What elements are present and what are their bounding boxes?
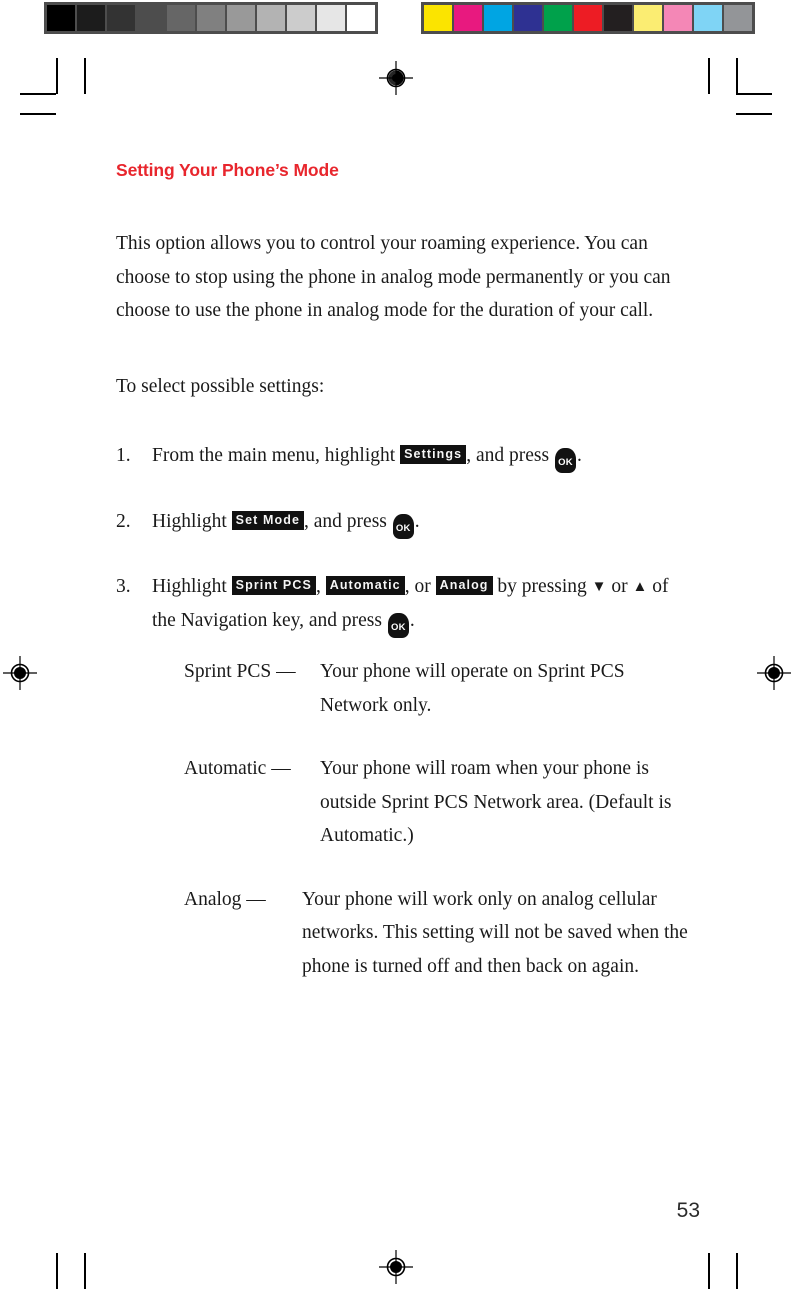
step-3-number: 3. (116, 576, 131, 597)
color-patch-7 (634, 5, 662, 31)
grayscale-patch-8 (287, 5, 315, 31)
instructions-lead-in: To select possible settings: (116, 375, 325, 397)
page-number: 53 (676, 1199, 700, 1222)
definition-automatic: Automatic — Your phone will roam when yo… (152, 752, 692, 853)
step-3-text-after: . (409, 609, 415, 631)
step-3-text-middle: by pressing (497, 576, 587, 597)
grayscale-patch-9 (317, 5, 345, 31)
arrow-up-icon: ▲ (632, 579, 648, 595)
crop-mark-top-left-horizontal (20, 93, 56, 95)
ok-key-icon[interactable]: OK (554, 448, 576, 473)
arrow-down-icon: ▼ (591, 579, 607, 595)
grayscale-patch-3 (137, 5, 165, 31)
grayscale-patch-7 (257, 5, 285, 31)
registration-target-bottom (379, 1250, 413, 1284)
step-3: 3. Highlight Sprint PCS, Automatic, or A… (116, 570, 692, 638)
page-content: Setting Your Phone’s Mode This option al… (116, 160, 692, 1013)
color-calibration-strip (421, 2, 755, 34)
crop-mark-top-left-inner-vertical (84, 58, 86, 94)
grayscale-patch-4 (167, 5, 195, 31)
grayscale-patch-0 (47, 5, 75, 31)
definition-description: Your phone will roam when your phone is … (320, 758, 672, 846)
grayscale-patch-6 (227, 5, 255, 31)
step-2-number: 2. (116, 510, 131, 532)
grayscale-patch-5 (197, 5, 225, 31)
menu-label-analog[interactable]: Analog (435, 576, 493, 595)
color-patch-0 (424, 5, 452, 31)
ok-key-icon[interactable]: OK (392, 513, 414, 539)
color-patch-8 (664, 5, 692, 31)
crop-mark-top-right-inner-vertical (708, 58, 710, 94)
step-3-separator-1: , (315, 576, 321, 597)
crop-mark-bottom-right-inner-vertical (708, 1253, 710, 1289)
step-3-separator-2: , or (404, 576, 431, 597)
color-patch-6 (604, 5, 632, 31)
ok-key-icon[interactable]: OK (387, 612, 409, 638)
crop-mark-bottom-left-vertical (56, 1253, 58, 1289)
step-1-text-before: From the main menu, highlight (152, 445, 396, 466)
definition-term: Analog — (184, 888, 266, 910)
registration-target-right (757, 656, 791, 690)
grayscale-patch-2 (107, 5, 135, 31)
step-1-number: 1. (116, 445, 131, 466)
definition-analog: Analog — Your phone will work only on an… (152, 883, 692, 984)
definition-term: Automatic — (184, 758, 291, 779)
grayscale-patch-1 (77, 5, 105, 31)
registration-target-top (379, 61, 413, 95)
step-2-text-after: . (414, 510, 420, 532)
definition-sprint-pcs: Sprint PCS — Your phone will operate on … (152, 655, 692, 722)
step-2-text-before: Highlight (152, 510, 227, 532)
menu-label-sprint-pcs[interactable]: Sprint PCS (231, 576, 316, 595)
color-patch-10 (724, 5, 752, 31)
menu-label-automatic[interactable]: Automatic (325, 576, 405, 595)
step-1: 1. From the main menu, highlight Setting… (116, 439, 692, 473)
definition-term: Sprint PCS — (184, 661, 296, 682)
color-patch-5 (574, 5, 602, 31)
step-1-text-middle: , and press (466, 445, 550, 466)
menu-label-set-mode[interactable]: Set Mode (231, 510, 305, 530)
crop-mark-top-right-vertical (736, 58, 738, 94)
color-patch-4 (544, 5, 572, 31)
mode-definitions-list: Sprint PCS — Your phone will operate on … (116, 655, 692, 983)
crop-mark-top-left-outer-horizontal (20, 113, 56, 115)
definition-description: Your phone will operate on Sprint PCS Ne… (320, 661, 625, 716)
menu-label-settings[interactable]: Settings (400, 445, 467, 464)
crop-mark-top-right-horizontal (736, 93, 772, 95)
grayscale-patch-10 (347, 5, 375, 31)
crop-mark-top-right-outer-horizontal (736, 113, 772, 115)
step-1-text-after: . (576, 445, 582, 466)
step-2-text-middle: , and press (304, 510, 387, 532)
intro-paragraph: This option allows you to control your r… (116, 233, 671, 321)
step-3-text-before: Highlight (152, 576, 227, 597)
color-patch-9 (694, 5, 722, 31)
definition-description: Your phone will work only on analog cell… (302, 888, 688, 977)
crop-mark-bottom-right-vertical (736, 1253, 738, 1289)
color-patch-3 (514, 5, 542, 31)
registration-target-left (3, 656, 37, 690)
color-patch-2 (484, 5, 512, 31)
page-title: Setting Your Phone’s Mode (116, 160, 339, 180)
crop-mark-bottom-left-inner-vertical (84, 1253, 86, 1289)
crop-mark-top-left-vertical (56, 58, 58, 94)
step-2: 2. Highlight Set Mode, and press OK. (116, 505, 692, 539)
color-patch-1 (454, 5, 482, 31)
grayscale-calibration-strip (44, 2, 378, 34)
step-3-text-or: or (611, 576, 628, 597)
